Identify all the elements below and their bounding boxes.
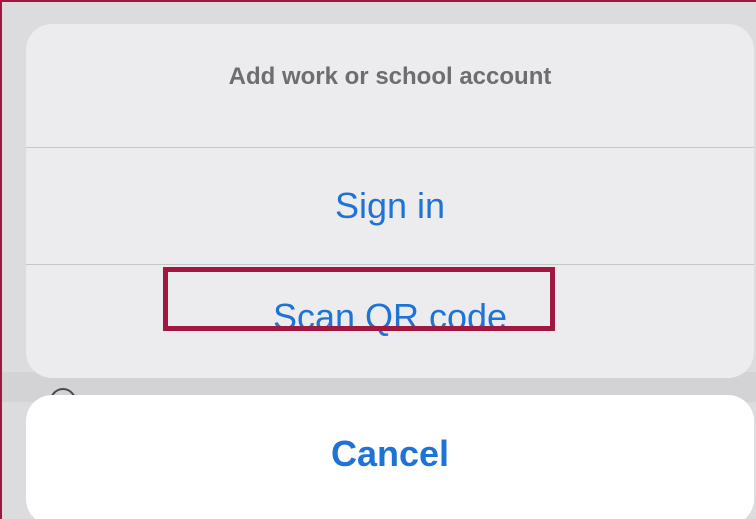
screenshot-frame: Add work or school account Sign in Scan …	[0, 0, 756, 519]
scan-qr-code-button[interactable]: Scan QR code	[26, 265, 754, 378]
action-sheet: Add work or school account Sign in Scan …	[26, 24, 754, 378]
sign-in-button[interactable]: Sign in	[26, 148, 754, 264]
cancel-button[interactable]: Cancel	[26, 395, 754, 513]
cancel-card: Cancel	[26, 395, 754, 519]
action-sheet-title: Add work or school account	[228, 62, 552, 90]
